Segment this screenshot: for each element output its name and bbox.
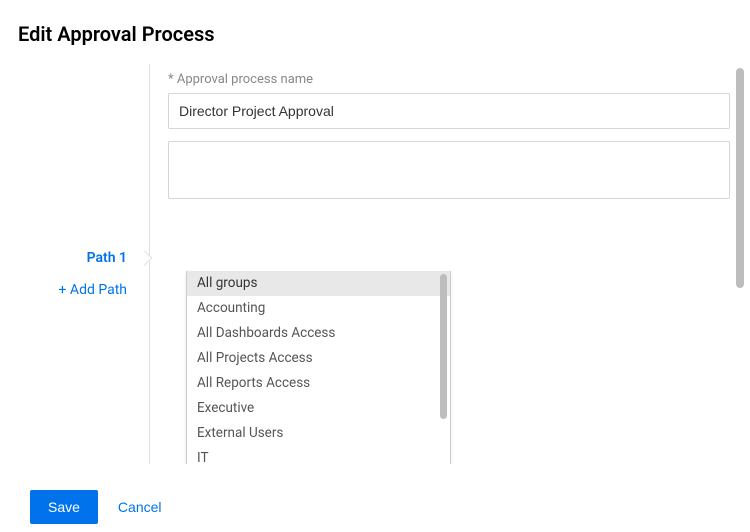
dropdown-item-reports[interactable]: All Reports Access [187,371,450,396]
dropdown-item-dashboards[interactable]: All Dashboards Access [187,321,450,346]
dropdown-item-projects[interactable]: All Projects Access [187,346,450,371]
sidebar-path-1[interactable]: Path 1 [0,244,127,272]
main-content: Path 1 + Add Path * Approval process nam… [0,64,750,464]
save-button[interactable]: Save [30,490,98,524]
page-scrollbar[interactable] [736,68,744,288]
page-title: Edit Approval Process [0,0,750,64]
name-field-label: * Approval process name [168,72,730,87]
dropdown-item-executive[interactable]: Executive [187,396,450,421]
dropdown-scrollbar[interactable] [440,274,447,419]
cancel-button[interactable]: Cancel [118,499,162,515]
approval-name-input[interactable] [168,93,730,129]
form-area: * Approval process name All groups Accou… [150,64,750,464]
secondary-input[interactable] [168,141,730,199]
group-dropdown[interactable]: All groups Accounting All Dashboards Acc… [186,271,451,464]
footer-actions: Save Cancel [0,480,162,524]
add-path-button[interactable]: + Add Path [0,272,127,308]
name-field-label-text: Approval process name [177,72,313,87]
dropdown-item-external[interactable]: External Users [187,421,450,446]
path-sidebar: Path 1 + Add Path [0,64,150,464]
dropdown-item-it[interactable]: IT [187,446,450,464]
dropdown-item-accounting[interactable]: Accounting [187,296,450,321]
dropdown-item-all-groups[interactable]: All groups [187,271,450,296]
